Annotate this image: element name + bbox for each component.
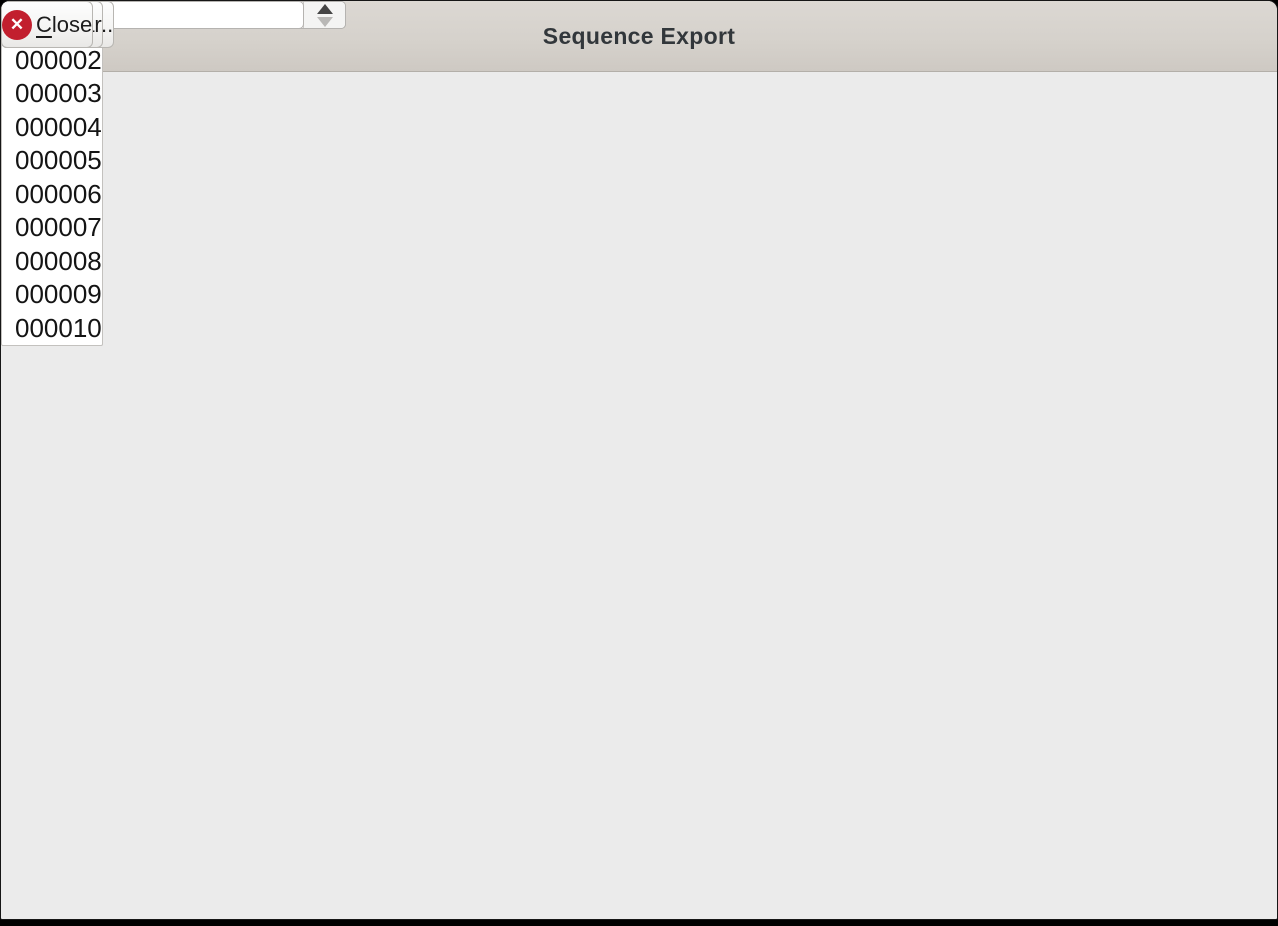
- sequence-export-dialog: Sequence Export ✕ Create Sequence Sequen…: [0, 0, 1278, 920]
- sequence-data-textview[interactable]: 0000010000020000030000040000050000060000…: [1, 1, 103, 346]
- sequence-line: 000002: [15, 44, 102, 78]
- spin-up-icon: [317, 4, 333, 14]
- close-button[interactable]: ✕ Close: [1, 1, 93, 48]
- sequence-line: 000008: [15, 245, 102, 279]
- sequence-line: 000004: [15, 111, 102, 145]
- sequence-line: 000010: [15, 312, 102, 346]
- increment-by-spin-down-button[interactable]: [304, 15, 345, 28]
- sequence-line: 000009: [15, 278, 102, 312]
- sequence-line: 000006: [15, 178, 102, 212]
- sequence-line: 000005: [15, 144, 102, 178]
- sequence-line: 000003: [15, 77, 102, 111]
- sequence-line: 000007: [15, 211, 102, 245]
- sequence-data-lines: 0000010000020000030000040000050000060000…: [2, 2, 102, 345]
- increment-by-spin-buttons: [303, 2, 345, 28]
- increment-by-spin-up-button[interactable]: [304, 2, 345, 15]
- close-icon: ✕: [2, 10, 32, 40]
- close-button-label: Close: [36, 12, 92, 38]
- spin-down-icon: [317, 17, 333, 27]
